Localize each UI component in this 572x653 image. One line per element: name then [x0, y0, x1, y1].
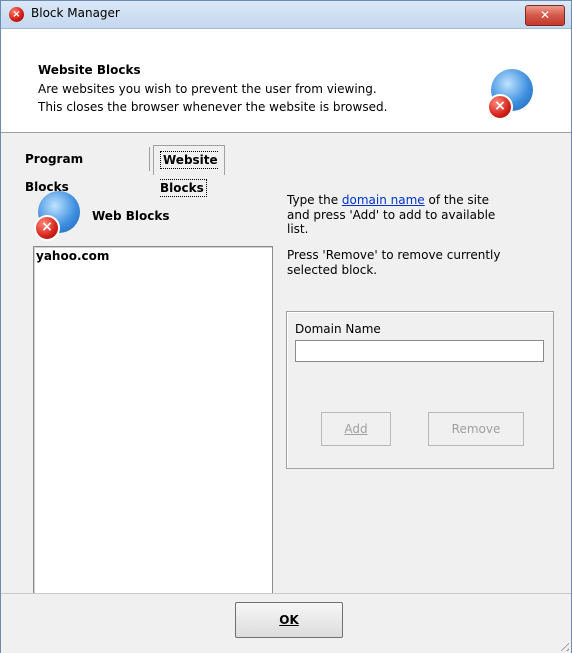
instructions-line3: list.: [287, 222, 309, 236]
resize-grip[interactable]: [557, 639, 569, 651]
domain-name-label: Domain Name: [295, 322, 381, 336]
window-title: Block Manager: [31, 6, 120, 20]
header-description-line2: This closes the browser whenever the web…: [38, 100, 388, 114]
remove-button-label: Remove: [451, 422, 501, 436]
remove-button[interactable]: Remove: [428, 412, 524, 446]
title-bar[interactable]: × Block Manager ✕: [1, 1, 571, 29]
header-description-line1: Are websites you wish to prevent the use…: [38, 82, 377, 96]
close-icon: ✕: [539, 8, 551, 22]
instructions-prefix: Type the: [287, 193, 342, 207]
add-button-label: Add: [344, 422, 368, 436]
add-button[interactable]: Add: [321, 412, 391, 446]
instructions-line4: Press 'Remove' to remove currently: [287, 248, 501, 262]
instructions-suffix: of the site: [424, 193, 490, 207]
app-block-icon: ×: [9, 7, 24, 22]
header-panel: Website Blocks Are websites you wish to …: [1, 29, 571, 133]
domain-name-link[interactable]: domain name: [342, 193, 425, 207]
instructions-line1: Type the domain name of the site: [287, 193, 547, 207]
ok-button[interactable]: OK: [235, 602, 343, 638]
list-item[interactable]: yahoo.com: [34, 247, 272, 265]
close-button[interactable]: ✕: [525, 5, 565, 26]
header-title: Website Blocks: [38, 63, 141, 77]
footer-bar: OK: [1, 593, 571, 653]
tab-website-blocks[interactable]: Website Blocks: [153, 145, 225, 197]
tab-divider: [149, 147, 150, 171]
instructions-line5: selected block.: [287, 263, 378, 277]
instructions-line2: and press 'Add' to add to available: [287, 208, 496, 222]
domain-name-input[interactable]: [295, 340, 544, 362]
tab-program-blocks[interactable]: Program Blocks: [19, 145, 89, 194]
ok-button-label: OK: [279, 613, 299, 627]
block-manager-window: × Block Manager ✕ Website Blocks Are web…: [0, 0, 572, 653]
domain-group: Domain Name Add Remove: [286, 311, 554, 469]
tab-website-blocks-label: Website Blocks: [160, 151, 218, 197]
web-blocks-title: Web Blocks: [92, 209, 170, 223]
blocked-sites-list[interactable]: yahoo.com: [33, 246, 273, 608]
